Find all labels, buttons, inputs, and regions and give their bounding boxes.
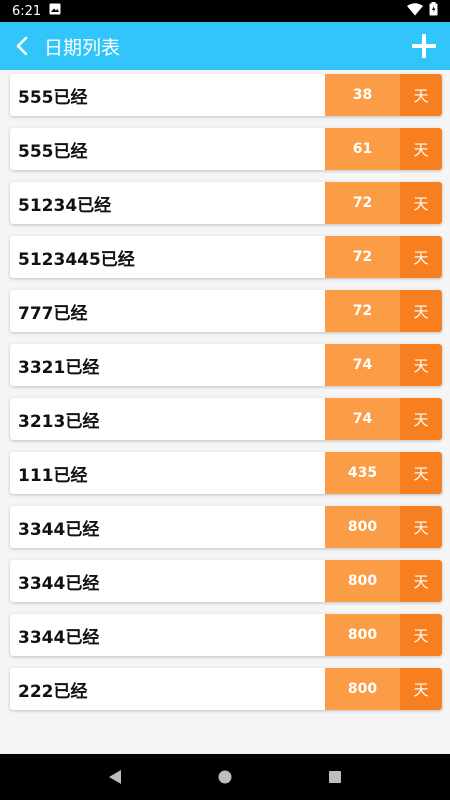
nav-recents-icon	[329, 771, 341, 783]
item-unit: 天	[400, 560, 442, 602]
item-days: 74	[325, 344, 400, 386]
item-label: 777已经	[18, 303, 88, 324]
list-item[interactable]: 777已经 72 天	[10, 290, 442, 332]
back-icon	[16, 36, 28, 56]
battery-icon	[429, 2, 438, 20]
item-unit: 天	[400, 74, 442, 116]
date-list: 555已经 38 天 555已经 61 天 51234已经 72 天 51234…	[0, 70, 450, 754]
item-days: 72	[325, 290, 400, 332]
list-item[interactable]: 3321已经 74 天	[10, 344, 442, 386]
list-item[interactable]: 111已经 435 天	[10, 452, 442, 494]
item-days: 38	[325, 74, 400, 116]
item-unit: 天	[400, 236, 442, 278]
item-label: 3344已经	[18, 519, 100, 540]
nav-home-button[interactable]	[205, 757, 245, 797]
item-label: 3213已经	[18, 411, 100, 432]
app-bar: 日期列表	[0, 22, 450, 70]
status-time: 6:21	[12, 3, 42, 19]
item-days: 435	[325, 452, 400, 494]
item-label: 3321已经	[18, 357, 100, 378]
item-days: 800	[325, 560, 400, 602]
item-label: 5123445已经	[18, 249, 135, 270]
item-unit: 天	[400, 452, 442, 494]
item-label: 222已经	[18, 681, 88, 702]
item-days: 800	[325, 668, 400, 710]
item-unit: 天	[400, 668, 442, 710]
wifi-icon	[407, 2, 423, 20]
nav-home-icon	[218, 770, 232, 784]
item-days: 800	[325, 614, 400, 656]
item-days: 72	[325, 236, 400, 278]
item-label: 555已经	[18, 87, 88, 108]
list-item[interactable]: 3344已经 800 天	[10, 614, 442, 656]
nav-back-button[interactable]	[95, 757, 135, 797]
list-item[interactable]: 3213已经 74 天	[10, 398, 442, 440]
list-item[interactable]: 555已经 38 天	[10, 74, 442, 116]
item-days: 800	[325, 506, 400, 548]
item-label: 3344已经	[18, 627, 100, 648]
item-unit: 天	[400, 128, 442, 170]
item-label: 51234已经	[18, 195, 112, 216]
system-nav-bar	[0, 754, 450, 800]
list-item[interactable]: 5123445已经 72 天	[10, 236, 442, 278]
item-unit: 天	[400, 506, 442, 548]
page-title: 日期列表	[44, 36, 121, 59]
item-unit: 天	[400, 344, 442, 386]
item-label: 3344已经	[18, 573, 100, 594]
back-button[interactable]	[0, 22, 44, 70]
item-unit: 天	[400, 290, 442, 332]
item-days: 74	[325, 398, 400, 440]
item-unit: 天	[400, 614, 442, 656]
list-item[interactable]: 51234已经 72 天	[10, 182, 442, 224]
list-item[interactable]: 3344已经 800 天	[10, 506, 442, 548]
item-label: 111已经	[18, 465, 88, 486]
list-item[interactable]: 222已经 800 天	[10, 668, 442, 710]
list-item[interactable]: 3344已经 800 天	[10, 560, 442, 602]
item-unit: 天	[400, 398, 442, 440]
item-unit: 天	[400, 182, 442, 224]
image-icon	[49, 3, 61, 19]
nav-back-icon	[109, 770, 121, 784]
add-button[interactable]	[398, 22, 450, 70]
item-days: 72	[325, 182, 400, 224]
add-icon	[412, 34, 436, 58]
item-label: 555已经	[18, 141, 88, 162]
status-bar: 6:21	[0, 0, 450, 22]
nav-recents-button[interactable]	[315, 757, 355, 797]
item-days: 61	[325, 128, 400, 170]
list-item[interactable]: 555已经 61 天	[10, 128, 442, 170]
